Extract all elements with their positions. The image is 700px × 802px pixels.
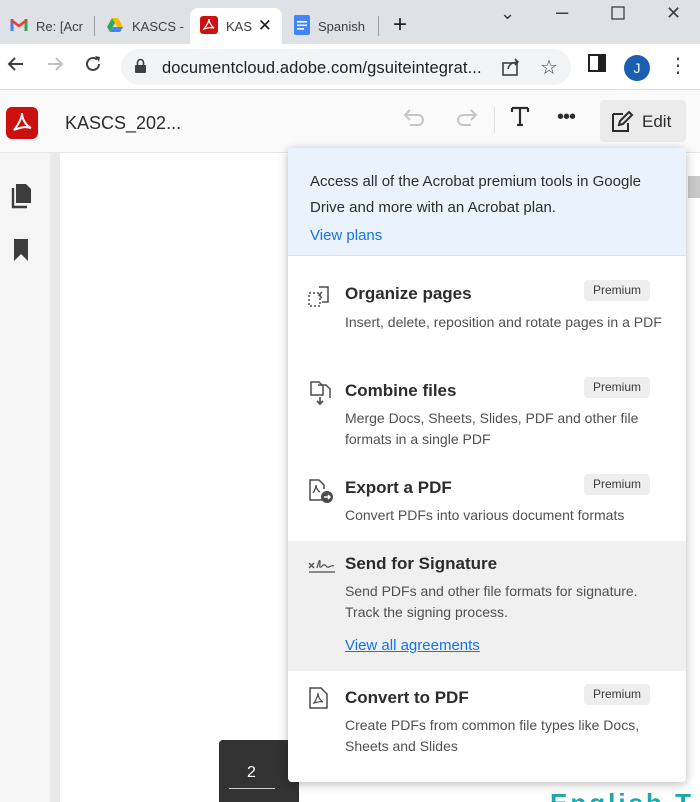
share-icon[interactable] — [501, 57, 521, 82]
adobe-acrobat-icon — [200, 15, 218, 37]
side-panel-icon[interactable] — [588, 54, 606, 78]
item-title: Convert to PDF — [345, 688, 469, 707]
maximize-icon[interactable] — [611, 3, 625, 24]
export-pdf-icon — [308, 478, 333, 503]
tab-google-drive[interactable]: KASCS - — [96, 8, 186, 44]
acrobat-header: KASCS_202... ••• Edit — [0, 91, 700, 153]
item-description: Convert PDFs into various document forma… — [345, 507, 625, 523]
menu-item-combine-files[interactable]: Combine files Premium Merge Docs, Sheets… — [288, 368, 686, 458]
organize-pages-icon — [308, 284, 332, 308]
view-all-agreements-link[interactable]: View all agreements — [345, 637, 480, 654]
tab-acrobat[interactable]: KAS ✕ — [190, 8, 282, 44]
edit-pencil-icon — [610, 110, 634, 139]
google-drive-icon — [106, 17, 124, 36]
more-tools-icon[interactable]: ••• — [557, 105, 576, 129]
tab-label: Re: [Acr — [36, 18, 83, 34]
premium-badge: Premium — [583, 280, 650, 301]
bookmarks-icon[interactable] — [13, 238, 29, 267]
gmail-icon — [10, 18, 28, 35]
page-input-underline — [229, 788, 275, 789]
add-text-icon[interactable] — [510, 105, 530, 132]
lock-icon — [134, 58, 147, 79]
page-navigator: 2 — [219, 740, 299, 802]
menu-item-send-for-signature[interactable]: Send for Signature Send PDFs and other f… — [288, 541, 686, 671]
premium-badge: Premium — [583, 684, 650, 705]
more-tools-popover: Access all of the Acrobat premium tools … — [288, 148, 686, 782]
back-icon[interactable] — [6, 54, 26, 80]
tab-label: KASCS - — [132, 18, 185, 34]
document-title: KASCS_202... — [65, 113, 182, 133]
profile-avatar[interactable]: J — [624, 55, 650, 81]
promo-text: Access all of the Acrobat premium tools … — [310, 173, 641, 216]
undo-icon[interactable] — [402, 107, 426, 132]
menu-item-export-pdf[interactable]: Export a PDF Premium Convert PDFs into v… — [288, 468, 686, 540]
browser-toolbar: documentcloud.adobe.com/gsuiteintegrat..… — [0, 44, 700, 90]
tab-google-docs[interactable]: Spanish — [284, 8, 376, 44]
scrollbar-thumb[interactable] — [688, 176, 700, 198]
acrobat-logo-icon[interactable] — [6, 107, 38, 139]
redo-icon[interactable] — [455, 107, 479, 132]
minimize-icon[interactable]: – — [556, 1, 568, 23]
left-rail — [0, 153, 50, 802]
combine-files-icon — [308, 380, 332, 406]
item-title: Send for Signature — [345, 554, 498, 573]
item-description: Send PDFs and other file formats for sig… — [345, 583, 638, 620]
tab-gmail[interactable]: Re: [Acr — [0, 8, 93, 44]
premium-badge: Premium — [583, 377, 650, 398]
forward-icon[interactable] — [45, 54, 65, 80]
tab-label: Spanish — [318, 18, 365, 34]
item-description: Create PDFs from common file types like … — [345, 717, 640, 754]
address-bar[interactable]: documentcloud.adobe.com/gsuiteintegrat..… — [121, 49, 571, 85]
view-plans-link[interactable]: View plans — [310, 227, 382, 244]
item-title: Export a PDF — [345, 478, 452, 497]
item-title: Organize pages — [345, 284, 472, 303]
divider — [288, 255, 686, 256]
tab-label: KAS — [226, 18, 253, 34]
page-thumbnails-icon[interactable] — [11, 183, 33, 214]
tab-search-icon[interactable]: ⌄ — [500, 3, 515, 23]
item-description: Insert, delete, reposition and rotate pa… — [345, 314, 662, 330]
item-title: Combine files — [345, 381, 457, 400]
edit-button-label: Edit — [642, 112, 672, 131]
new-tab-button[interactable]: + — [393, 13, 407, 37]
url-text: documentcloud.adobe.com/gsuiteintegrat..… — [162, 59, 482, 77]
tab-separator — [378, 16, 379, 36]
google-docs-icon — [294, 14, 310, 38]
edit-button[interactable]: Edit — [600, 100, 686, 142]
reload-icon[interactable] — [83, 54, 103, 80]
kebab-menu-icon[interactable]: ⋮ — [668, 54, 688, 78]
close-window-icon[interactable]: ✕ — [666, 3, 681, 23]
menu-item-organize-pages[interactable]: Organize pages Premium Insert, delete, r… — [288, 270, 686, 358]
convert-pdf-icon — [308, 686, 332, 710]
toolbar-divider — [494, 107, 495, 133]
tab-separator — [94, 16, 95, 36]
item-description: Merge Docs, Sheets, Slides, PDF and othe… — [345, 410, 639, 447]
signature-icon — [308, 556, 336, 580]
bookmark-star-icon[interactable]: ☆ — [540, 55, 558, 80]
upgrade-promo: Access all of the Acrobat premium tools … — [288, 148, 686, 255]
close-tab-icon[interactable]: ✕ — [258, 17, 272, 35]
page-number-input[interactable]: 2 — [247, 764, 256, 782]
browser-tabstrip: Re: [Acr KASCS - KAS ✕ Spanish + ⌄ – ✕ — [0, 0, 700, 48]
premium-badge: Premium — [583, 474, 650, 495]
menu-item-convert-to-pdf[interactable]: Convert to PDF Premium Create PDFs from … — [288, 678, 686, 768]
document-text-peek: English T — [550, 788, 694, 802]
